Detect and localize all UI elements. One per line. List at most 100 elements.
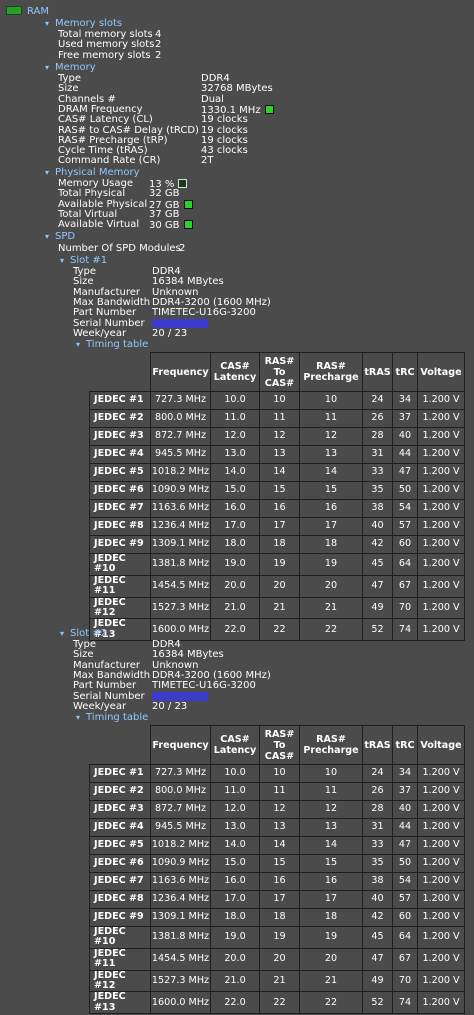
ram-root[interactable]: RAM	[6, 6, 49, 17]
table-row: JEDEC #13 1600.0 MHz 22.0 22 22 52 74 1.200 V	[89, 618, 465, 642]
slot-info-value-text: 20 / 23	[152, 700, 188, 712]
info-label: Free memory slots	[58, 49, 151, 61]
info-value: 2	[155, 49, 162, 61]
timing-column-header: Frequency	[150, 725, 211, 765]
timing-cell: 15.0	[210, 854, 260, 873]
timing-row-header: JEDEC #12	[89, 969, 151, 993]
timing-row-header: JEDEC #5	[89, 463, 151, 482]
timing-cell: 16	[299, 499, 363, 518]
timing-cell: 40	[362, 517, 393, 536]
table-row: JEDEC #3 872.7 MHz 12.0 12 12 28 40 1.200 V	[89, 427, 465, 446]
timing-cell: 13	[299, 445, 363, 464]
timing-cell: 21.0	[210, 596, 260, 620]
slot-info-value: TIMETEC-U16G-3200	[152, 680, 256, 691]
timing-cell: 13	[259, 445, 300, 464]
timing-cell: 57	[392, 517, 418, 536]
timing-column-header: Frequency	[150, 352, 211, 392]
timing-row-header: JEDEC #13	[89, 991, 151, 1015]
timing-cell: 727.3 MHz	[150, 391, 211, 410]
timing-row-header: JEDEC #9	[89, 535, 151, 554]
timing-cell: 1454.5 MHz	[150, 947, 211, 971]
timing-cell: 1163.6 MHz	[150, 499, 211, 518]
triangle-down-icon: ▾	[60, 629, 65, 638]
timing-cell: 42	[362, 535, 393, 554]
timing-cell: 49	[362, 596, 393, 620]
info-label: Available Virtual	[58, 219, 140, 231]
timing-cell: 64	[392, 926, 418, 949]
physical-memory-section[interactable]: ▾ Physical Memory	[45, 167, 140, 178]
timing-cell: 16	[299, 872, 363, 891]
timing-cell: 20.0	[210, 947, 260, 971]
timing-cell: 16.0	[210, 872, 260, 891]
timing-cell: 19.0	[210, 926, 260, 949]
timing-cell: 872.7 MHz	[150, 427, 211, 446]
timing-cell: 16.0	[210, 499, 260, 518]
timing-cell: 12	[259, 800, 300, 819]
timing-cell: 52	[362, 618, 393, 642]
timing-cell: 1.200 V	[417, 409, 465, 428]
timing-column-header: CAS# Latency	[210, 725, 260, 765]
timing-cell: 1.200 V	[417, 890, 465, 909]
memory-section[interactable]: ▾ Memory	[45, 62, 96, 73]
timing-cell: 21	[299, 596, 363, 620]
triangle-down-icon: ▾	[45, 232, 50, 241]
timing-column-header: RAS# To CAS#	[259, 725, 300, 765]
timing-table-header[interactable]: ▾ Timing table	[76, 712, 148, 723]
timing-cell: 1.200 V	[417, 574, 465, 598]
timing-cell: 11	[299, 782, 363, 801]
ram-root-label: RAM	[27, 6, 50, 17]
timing-header-text: CAS#	[220, 361, 250, 372]
timing-cell: 12.0	[210, 800, 260, 819]
timing-cell: 31	[362, 445, 393, 464]
timing-cell: 1.200 V	[417, 499, 465, 518]
timing-cell: 10	[259, 764, 300, 783]
timing-row-header: JEDEC #6	[89, 854, 151, 873]
timing-cell: 13	[299, 818, 363, 837]
slot-header[interactable]: ▾ Slot #2	[60, 628, 107, 639]
info-value: Dual	[201, 94, 224, 105]
timing-cell: 18	[299, 908, 363, 927]
timing-cell: 1163.6 MHz	[150, 872, 211, 891]
timing-row-header: JEDEC #1	[89, 764, 151, 783]
spd-section[interactable]: ▾ SPD	[45, 231, 75, 242]
timing-cell: 15	[259, 854, 300, 873]
slot-info-value-text: 20 / 23	[152, 327, 188, 339]
memory-slots-section[interactable]: ▾ Memory slots	[45, 18, 122, 29]
timing-cell: 1.200 V	[417, 391, 465, 410]
timing-column-header: RAS# Precharge	[299, 352, 363, 392]
timing-table-header[interactable]: ▾ Timing table	[76, 339, 148, 350]
timing-cell: 45	[362, 926, 393, 949]
timing-cell: 54	[392, 499, 418, 518]
table-row: JEDEC #10 1381.8 MHz 19.0 19 19 45 64 1.200 V	[89, 553, 465, 576]
timing-cell: 54	[392, 872, 418, 891]
timing-cell: 47	[362, 947, 393, 971]
timing-cell: 1.200 V	[417, 836, 465, 855]
info-value-text: 2	[155, 49, 162, 61]
timing-header-text: tRAS	[364, 739, 391, 751]
info-value: 32 GB	[149, 189, 180, 199]
timing-cell: 727.3 MHz	[150, 764, 211, 783]
timing-header-text: RAS#	[264, 355, 295, 367]
table-row: JEDEC #9 1309.1 MHz 18.0 18 18 42 60 1.200 V	[89, 535, 465, 554]
timing-cell: 1.200 V	[417, 596, 465, 620]
timing-cell: 19.0	[210, 553, 260, 576]
timing-cell: 1.200 V	[417, 517, 465, 536]
timing-cell: 34	[392, 764, 418, 783]
spd-modules-label: Number Of SPD Modules	[58, 243, 181, 254]
table-row: JEDEC #3 872.7 MHz 12.0 12 12 28 40 1.200 V	[89, 800, 465, 819]
table-row: JEDEC #2 800.0 MHz 11.0 11 11 26 37 1.200 V	[89, 782, 465, 801]
table-row: JEDEC #13 1600.0 MHz 22.0 22 22 52 74 1.200 V	[89, 991, 465, 1015]
slot-header[interactable]: ▾ Slot #1	[60, 255, 107, 266]
timing-cell: 17	[299, 517, 363, 536]
timing-column-header: Voltage	[417, 725, 465, 765]
timing-cell: 40	[392, 427, 418, 446]
table-row: JEDEC #9 1309.1 MHz 18.0 18 18 42 60 1.200 V	[89, 908, 465, 927]
timing-cell: 1.200 V	[417, 872, 465, 891]
timing-cell: 1454.5 MHz	[150, 574, 211, 598]
timing-cell: 49	[362, 969, 393, 993]
timing-cell: 35	[362, 481, 393, 500]
timing-cell: 15	[299, 481, 363, 500]
timing-cell: 17	[259, 517, 300, 536]
timing-cell: 1527.3 MHz	[150, 596, 211, 620]
timing-cell: 44	[392, 445, 418, 464]
